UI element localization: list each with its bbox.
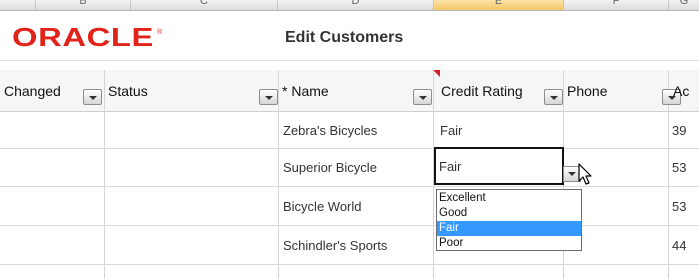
name-cell[interactable]: Schindler's Sports bbox=[283, 238, 387, 253]
credit-rating-dropdown-list: Excellent Good Fair Poor bbox=[436, 189, 582, 251]
account-cell[interactable]: 53 bbox=[672, 160, 686, 175]
header-status: Status bbox=[108, 83, 148, 99]
header-changed: Changed bbox=[4, 83, 61, 99]
dropdown-option-fair[interactable]: Fair bbox=[437, 221, 581, 236]
svg-text:®: ® bbox=[157, 28, 163, 36]
name-cell[interactable]: Superior Bicycle bbox=[283, 160, 377, 175]
header-credit-rating: Credit Rating bbox=[441, 83, 523, 99]
account-cell[interactable]: 53 bbox=[672, 199, 686, 214]
active-cell-value: Fair bbox=[439, 159, 462, 174]
row-divider bbox=[0, 148, 699, 149]
row-divider bbox=[0, 264, 699, 265]
header-phone: Phone bbox=[567, 83, 608, 99]
name-cell[interactable]: Zebra's Bicycles bbox=[283, 123, 377, 138]
column-header[interactable] bbox=[0, 0, 36, 10]
header-name: * Name bbox=[282, 83, 329, 99]
svg-text:ORACLE: ORACLE bbox=[12, 22, 154, 52]
column-header-selected[interactable]: E bbox=[434, 0, 564, 10]
comment-indicator[interactable] bbox=[433, 70, 440, 77]
column-header[interactable]: F bbox=[564, 0, 669, 10]
page-title: Edit Customers bbox=[285, 29, 404, 46]
column-header[interactable]: B bbox=[36, 0, 131, 10]
header-account: Ac bbox=[673, 83, 690, 99]
dropdown-option-good[interactable]: Good bbox=[437, 206, 581, 221]
dropdown-option-excellent[interactable]: Excellent bbox=[437, 191, 581, 206]
filter-dropdown-status[interactable] bbox=[259, 89, 278, 105]
column-header[interactable]: C bbox=[131, 0, 278, 10]
filter-dropdown-name[interactable] bbox=[413, 89, 432, 105]
column-header[interactable]: G bbox=[669, 0, 699, 10]
credit-rating-cell[interactable]: Fair bbox=[440, 123, 462, 138]
row-divider bbox=[0, 225, 699, 226]
name-cell[interactable]: Bicycle World bbox=[283, 199, 362, 214]
row-divider bbox=[0, 186, 699, 187]
dropdown-option-poor[interactable]: Poor bbox=[437, 236, 581, 251]
account-cell[interactable]: 44 bbox=[672, 238, 686, 253]
spreadsheet-column-headers: B C D E F G bbox=[0, 0, 699, 11]
oracle-logo: ORACLE ® bbox=[12, 22, 163, 52]
filter-dropdown-changed[interactable] bbox=[83, 89, 102, 105]
active-cell-credit-rating[interactable]: Fair bbox=[434, 147, 564, 185]
column-header[interactable]: D bbox=[278, 0, 434, 10]
column-divider bbox=[104, 70, 105, 279]
column-divider bbox=[278, 70, 279, 279]
mouse-cursor-icon bbox=[578, 163, 592, 185]
account-cell[interactable]: 39 bbox=[672, 123, 686, 138]
header-divider bbox=[0, 60, 699, 61]
filter-dropdown-credit-rating[interactable] bbox=[544, 89, 563, 105]
